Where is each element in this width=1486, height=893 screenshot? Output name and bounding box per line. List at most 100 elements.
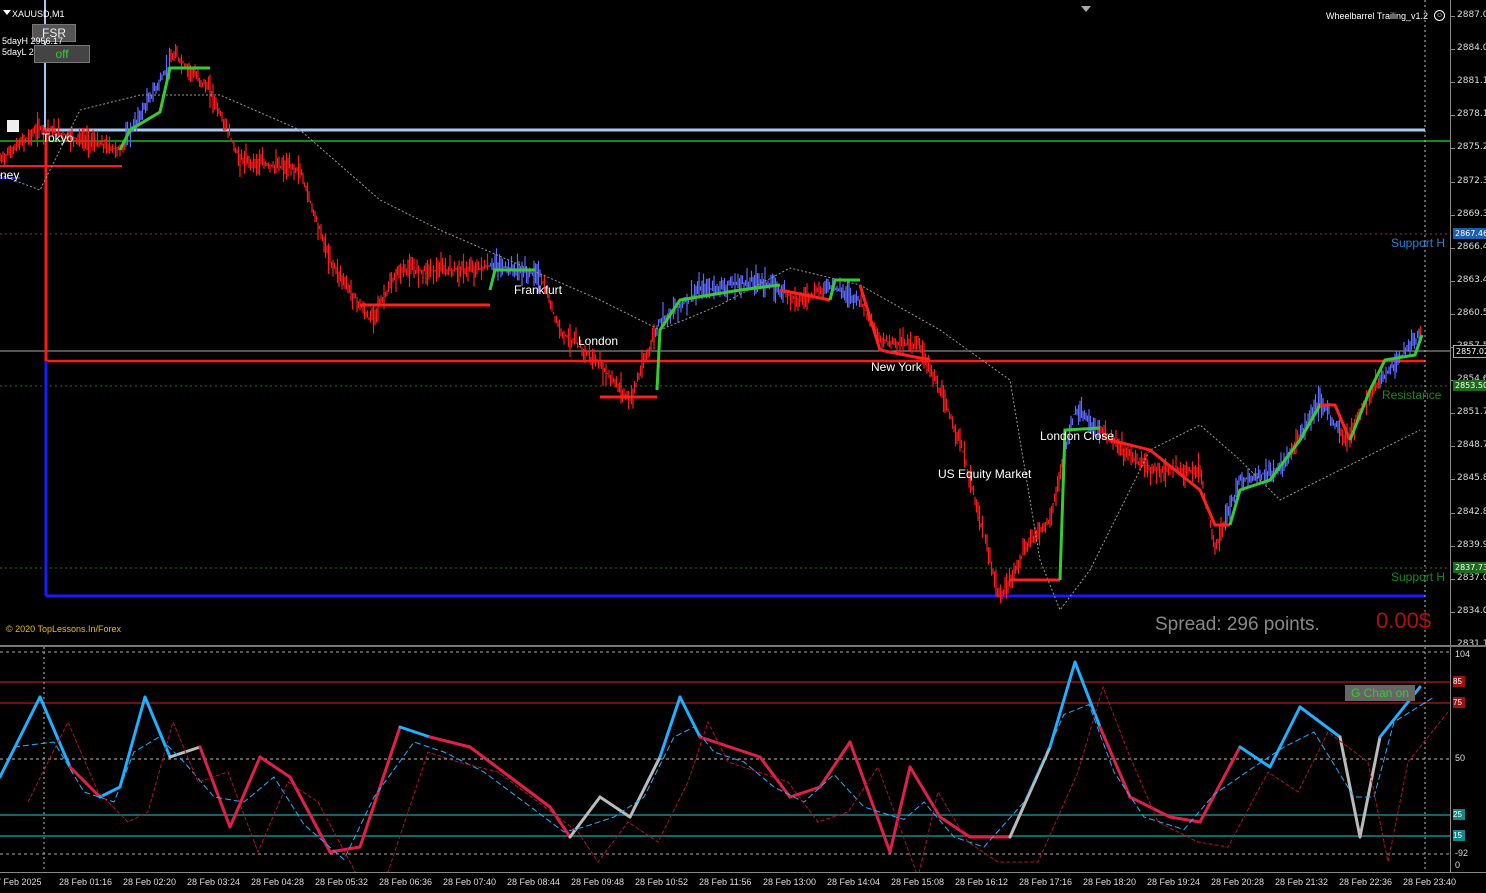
moving-average-line bbox=[0, 94, 1421, 612]
price-tag-support-top: 2867.46 bbox=[1453, 228, 1486, 239]
oscillator-main-segment bbox=[1298, 705, 1342, 739]
resistance-label: Resistance bbox=[1382, 388, 1442, 402]
price-tick: 2878.15 bbox=[1451, 109, 1486, 119]
oscillator-main-segment bbox=[758, 755, 792, 799]
indicator-name: Wheelbarrel Trailing_v1.2 bbox=[1326, 11, 1429, 21]
price-tick: 2860.50 bbox=[1451, 308, 1486, 318]
price-axis[interactable]: 2887.00 2884.05 2881.10 2878.15 2875.20 2872.… bbox=[1450, 0, 1486, 649]
oscillator-panel[interactable]: G Chan on bbox=[0, 647, 1450, 872]
time-tick: 28 Feb 19:24 bbox=[1147, 877, 1201, 887]
time-tick: 28 Feb 10:52 bbox=[635, 877, 689, 887]
price-tick: 2863.45 bbox=[1451, 275, 1486, 285]
profit-text: 0.00$ bbox=[1376, 608, 1432, 633]
time-tick: 28 Feb 22:36 bbox=[1339, 877, 1393, 887]
trailing-stop-segment bbox=[1058, 426, 1101, 581]
oscillator-main-segment bbox=[908, 765, 942, 819]
oscillator-axis[interactable]: 104 85 75 50 25 15 -92 0 bbox=[1450, 647, 1486, 872]
price-tick: 2869.35 bbox=[1451, 209, 1486, 219]
support-high-label-bottom: Support H bbox=[1391, 570, 1446, 584]
price-tick: 2884.05 bbox=[1451, 43, 1486, 53]
time-tick: 28 Feb 04:28 bbox=[251, 877, 305, 887]
time-tick: 28 Feb 02:20 bbox=[123, 877, 177, 887]
oscillator-main-segment bbox=[258, 755, 292, 779]
oscillator-main-segment bbox=[1268, 705, 1302, 769]
oscillator-main-segment bbox=[428, 735, 472, 749]
off-button[interactable]: off bbox=[34, 45, 90, 63]
osc-tick-104: 104 bbox=[1455, 649, 1471, 659]
smiley-icon: ☺ bbox=[1434, 10, 1445, 21]
main-chart-svg bbox=[0, 0, 1450, 645]
time-tick: 28 Feb 11:56 bbox=[699, 877, 752, 887]
oscillator-main-segment bbox=[358, 725, 402, 849]
price-tick: 2851.70 bbox=[1451, 407, 1486, 417]
oscillator-main-segment bbox=[1238, 745, 1272, 769]
oscillator-main-segment bbox=[0, 695, 42, 779]
osc-tick-neg92: -92 bbox=[1455, 848, 1469, 858]
spread-text: Spread: 296 points. bbox=[1155, 614, 1320, 635]
symbol-dropdown-icon[interactable] bbox=[3, 10, 11, 15]
time-tick: 28 Feb 05:32 bbox=[315, 877, 369, 887]
time-tick: 28 Feb 09:48 bbox=[571, 877, 625, 887]
time-axis[interactable]: 7 Feb 2025 28 Feb 01:16 28 Feb 02:20 28 Feb… bbox=[0, 872, 1486, 893]
g-chan-button[interactable]: G Chan on bbox=[1345, 685, 1415, 701]
price-tag-current: 2857.02 bbox=[1453, 345, 1486, 358]
main-chart-panel[interactable]: XAUUSD,M1 FSR 5dayH 2956.17 5dayL 2867.4… bbox=[0, 0, 1450, 645]
session-frankfurt: Frankfurt bbox=[514, 283, 563, 297]
price-tick: 2837.00 bbox=[1451, 573, 1486, 583]
price-tick: 2848.75 bbox=[1451, 440, 1486, 450]
trailing-stop-segment bbox=[118, 66, 210, 151]
time-tick: 28 Feb 15:08 bbox=[891, 877, 945, 887]
osc-tag-85: 85 bbox=[1453, 676, 1465, 687]
time-tick: 28 Feb 08:44 bbox=[507, 877, 561, 887]
oscillator-main-segment bbox=[468, 745, 512, 779]
oscillator-main-segment bbox=[1128, 795, 1172, 819]
time-tick: 28 Feb 06:36 bbox=[379, 877, 433, 887]
time-tick: 28 Feb 21:32 bbox=[1275, 877, 1329, 887]
oscillator-main-segment bbox=[628, 755, 662, 819]
oscillator-main-segment bbox=[118, 695, 147, 789]
oscillator-main-segment bbox=[1168, 815, 1202, 824]
time-tick: 7 Feb 2025 bbox=[0, 877, 42, 887]
oscillator-main-segment bbox=[548, 805, 572, 839]
chart-scroll-marker-icon[interactable] bbox=[1081, 6, 1091, 12]
price-tick: 2834.05 bbox=[1451, 606, 1486, 616]
oscillator-main-segment bbox=[1098, 725, 1132, 799]
price-tick: 2866.40 bbox=[1451, 242, 1486, 252]
oscillator-main-segment bbox=[508, 775, 552, 809]
support-high-label-top: Support H bbox=[1391, 236, 1446, 250]
price-tag-support-bottom: 2837.73 bbox=[1453, 562, 1486, 573]
session-london: London bbox=[578, 334, 619, 348]
price-tick: 2872.30 bbox=[1451, 176, 1486, 186]
time-tick: 28 Feb 23:40 bbox=[1403, 877, 1457, 887]
time-tick: 28 Feb 18:20 bbox=[1083, 877, 1137, 887]
time-tick: 28 Feb 07:40 bbox=[443, 877, 497, 887]
session-tokyo: Tokyo bbox=[42, 131, 74, 145]
oscillator-main-segment bbox=[658, 695, 682, 759]
session-sydney: ney bbox=[0, 168, 20, 182]
price-tick: 2875.20 bbox=[1451, 142, 1486, 152]
time-tick: 28 Feb 17:16 bbox=[1019, 877, 1073, 887]
oscillator-main-segment bbox=[698, 735, 732, 749]
price-tick: 2845.80 bbox=[1451, 473, 1486, 483]
oscillator-main-segment bbox=[398, 725, 432, 739]
oscillator-main-segment bbox=[818, 740, 852, 789]
time-tick: 28 Feb 14:04 bbox=[827, 877, 881, 887]
session-new-york: New York bbox=[871, 360, 922, 374]
price-tick: 2839.90 bbox=[1451, 540, 1486, 550]
oscillator-main-segment bbox=[1008, 745, 1052, 839]
time-tick: 28 Feb 01:16 bbox=[59, 877, 113, 887]
price-tick: 2881.10 bbox=[1451, 76, 1486, 86]
copyright-text: © 2020 TopLessons.In/Forex bbox=[6, 624, 122, 634]
time-tick: 28 Feb 20:28 bbox=[1211, 877, 1265, 887]
time-tick: 28 Feb 13:00 bbox=[763, 877, 817, 887]
moving-average-layer bbox=[0, 94, 1421, 612]
oscillator-main-segment bbox=[1338, 735, 1362, 839]
oscillator-main-segment bbox=[1048, 660, 1077, 749]
symbol-label: XAUUSD,M1 bbox=[12, 9, 65, 19]
session-us-equity: US Equity Market bbox=[938, 467, 1032, 481]
oscillator-main-segment bbox=[568, 795, 602, 839]
session-london-close: London Close bbox=[1040, 429, 1115, 443]
price-tick: 2842.85 bbox=[1451, 507, 1486, 517]
osc-tick-50: 50 bbox=[1455, 753, 1466, 763]
trailing-stop-segment bbox=[1228, 403, 1335, 526]
